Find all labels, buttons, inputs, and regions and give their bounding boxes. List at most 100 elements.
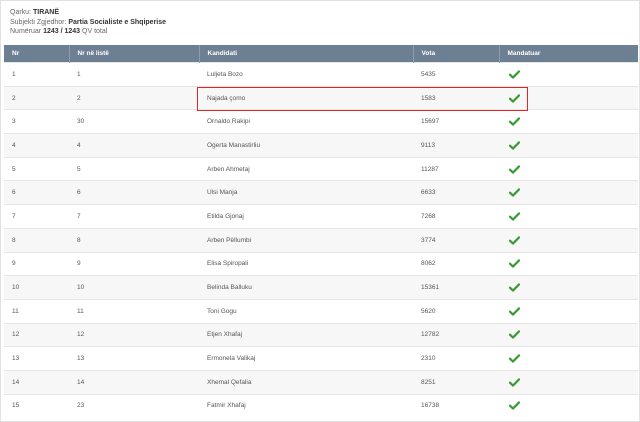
table-row: 4 4 Ogerta Manastirliu 9113 (4, 133, 638, 158)
check-icon (509, 283, 520, 292)
cell-nr: 8 (4, 227, 69, 252)
cell-nr-ne-liste: 2 (69, 85, 199, 110)
check-icon (509, 93, 520, 103)
cell-vota: 12782 (413, 322, 499, 347)
cell-vota: 16738 (413, 393, 499, 418)
cell-mandatuar (499, 180, 638, 205)
cell-nr: 3 (4, 109, 69, 134)
cell-mandatuar (499, 85, 638, 110)
cell-kandidati: Ornaldo Rakipi (199, 109, 413, 134)
check-icon (509, 141, 520, 150)
subjekti-line: Subjekti Zgjedhor: Partia Socialiste e S… (10, 18, 166, 28)
column-header-vota[interactable]: Vota (413, 45, 500, 63)
cell-nr-ne-liste: 14 (69, 369, 199, 395)
column-header-kandidati[interactable]: Kandidati (199, 45, 414, 63)
cell-nr-ne-liste: 6 (69, 180, 199, 205)
check-icon (509, 212, 520, 221)
cell-vota: 8251 (413, 369, 499, 395)
cell-kandidati: Najada çomo (199, 85, 413, 110)
cell-kandidati: Elisa Spiropali (199, 251, 413, 276)
cell-nr-ne-liste: 13 (69, 346, 199, 371)
cell-vota: 2310 (413, 346, 499, 371)
cell-nr-ne-liste: 10 (69, 275, 199, 300)
cell-nr-ne-liste: 1 (69, 62, 199, 87)
cell-vota: 5435 (413, 62, 499, 87)
table-row: 13 13 Ermonela Valikaj 2310 (4, 346, 638, 371)
qarku-value: TIRANË (32, 9, 60, 16)
cell-nr: 15 (4, 393, 69, 418)
table-row: 12 12 Etjen Xhafaj 12782 (4, 322, 638, 347)
cell-nr-ne-liste: 11 (69, 298, 199, 324)
cell-kandidati: Ogerta Manastirliu (199, 133, 413, 158)
cell-kandidati: Xhemal Qefalia (199, 369, 413, 395)
subjekti-label: Subjekti Zgjedhor: (10, 18, 67, 26)
cell-nr-ne-liste: 5 (69, 156, 199, 181)
candidates-table: Nr Nr në listë Kandidati Vota Mandatuar … (4, 45, 638, 418)
cell-kandidati: Ulsi Manja (199, 180, 413, 205)
subjekti-value: Partia Socialiste e Shqiperise (68, 18, 167, 26)
table-row: 14 14 Xhemal Qefalia 8251 (4, 369, 638, 395)
cell-kandidati: Fatmir Xhafaj (199, 393, 413, 418)
cell-nr: 14 (4, 369, 69, 395)
cell-nr: 9 (4, 251, 69, 276)
cell-nr-ne-liste: 30 (69, 109, 199, 134)
cell-nr-ne-liste: 7 (69, 204, 199, 229)
table-row: 3 30 Ornaldo Rakipi 15697 (4, 109, 638, 134)
qarku-label: Qarku: (10, 9, 32, 16)
cell-vota: 7268 (413, 204, 499, 229)
numeruar-label: Numëruar (10, 28, 42, 35)
numeruar-value: 1243 / 1243 (43, 28, 81, 35)
check-icon (509, 307, 520, 316)
cell-mandatuar (499, 251, 638, 276)
check-icon (509, 401, 520, 411)
cell-kandidati: Belinda Balluku (199, 275, 413, 300)
column-header-mandatuar[interactable]: Mandatuar (499, 45, 638, 63)
cell-mandatuar (499, 393, 638, 418)
cell-mandatuar (499, 275, 638, 300)
cell-kandidati: Arben Pëllumbi (199, 227, 413, 252)
qarku-line: Qarku: TIRANË (10, 8, 166, 18)
cell-nr: 1 (4, 62, 69, 87)
cell-vota: 3774 (413, 227, 499, 252)
cell-nr-ne-liste: 12 (69, 322, 199, 347)
table-row: 2 2 Najada çomo 1583 (4, 85, 638, 110)
column-header-nr[interactable]: Nr (4, 45, 70, 63)
cell-nr-ne-liste: 23 (69, 393, 199, 418)
cell-kandidati: Etjen Xhafaj (199, 322, 413, 347)
check-icon (509, 330, 520, 340)
results-panel: Qarku: TIRANË Subjekti Zgjedhor: Partia … (0, 0, 640, 422)
cell-kandidati: Toni Gogu (199, 298, 413, 324)
cell-mandatuar (499, 227, 638, 252)
check-icon (509, 378, 520, 387)
cell-mandatuar (499, 346, 638, 371)
cell-vota: 5620 (413, 298, 499, 324)
cell-vota: 15361 (413, 275, 499, 300)
cell-mandatuar (499, 298, 638, 324)
table-row: 1 1 Luljeta Bozo 5435 (4, 62, 638, 87)
cell-mandatuar (499, 369, 638, 395)
cell-vota: 1583 (413, 85, 499, 110)
cell-mandatuar (499, 156, 638, 181)
cell-vota: 15697 (413, 109, 499, 134)
cell-nr: 12 (4, 322, 69, 347)
cell-vota: 9113 (413, 133, 499, 158)
table-row: 10 10 Belinda Balluku 15361 (4, 275, 638, 300)
cell-nr: 10 (4, 275, 69, 300)
check-icon (509, 236, 520, 245)
cell-nr: 6 (4, 180, 69, 205)
column-header-nr-ne-liste[interactable]: Nr në listë (69, 45, 200, 63)
election-info: Qarku: TIRANË Subjekti Zgjedhor: Partia … (10, 8, 166, 37)
table-row: 5 5 Arben Ahmetaj 11287 (4, 156, 638, 181)
cell-nr: 11 (4, 298, 69, 324)
cell-nr: 4 (4, 133, 69, 158)
cell-kandidati: Luljeta Bozo (199, 62, 413, 87)
cell-vota: 8062 (413, 251, 499, 276)
cell-nr: 13 (4, 346, 69, 371)
table-body: 1 1 Luljeta Bozo 5435 2 2 Najada çomo 1583 3 30 Or… (4, 62, 638, 418)
table-row: 9 9 Elisa Spiropali 8062 (4, 251, 638, 276)
table-header-row: Nr Nr në listë Kandidati Vota Mandatuar (4, 45, 638, 63)
numeruar-line: Numëruar 1243 / 1243 QV total (10, 27, 166, 37)
table-row: 7 7 Etilda Gjonaj 7268 (4, 204, 638, 229)
table-row: 15 23 Fatmir Xhafaj 16738 (4, 393, 638, 418)
cell-mandatuar (499, 109, 638, 134)
